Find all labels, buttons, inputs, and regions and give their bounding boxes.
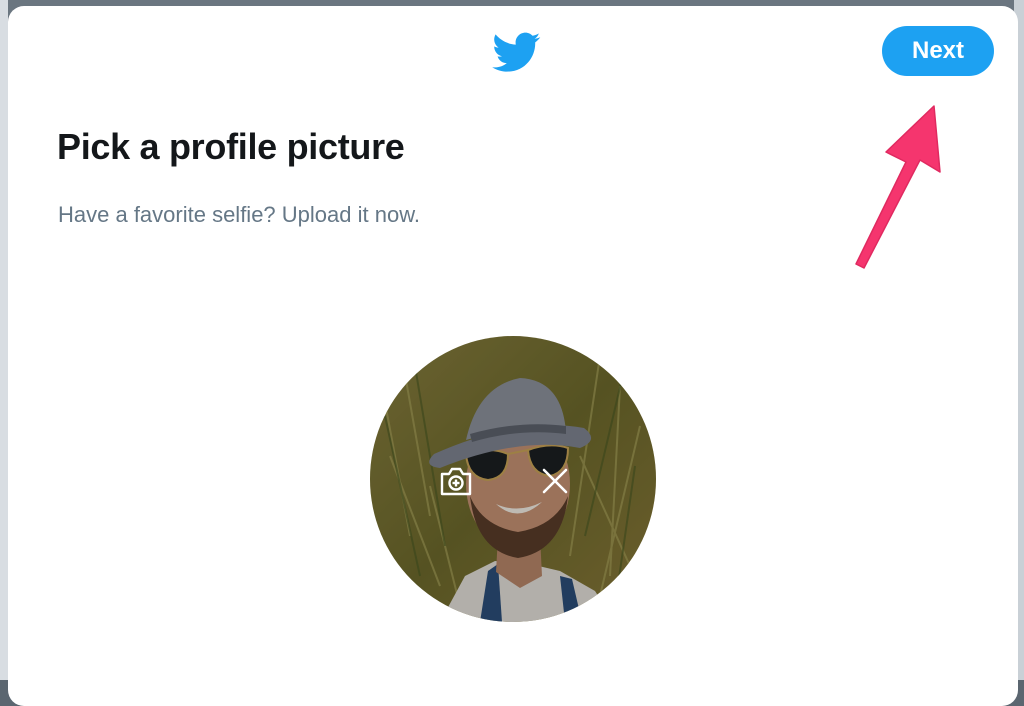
next-button[interactable]: Next <box>882 26 994 76</box>
twitter-bird-icon <box>492 28 542 76</box>
dialog-title: Pick a profile picture <box>57 126 405 167</box>
annotation-arrow-icon <box>848 98 958 270</box>
profile-picture-dialog: Next Pick a profile picture Have a favor… <box>8 6 1018 706</box>
profile-photo-preview <box>370 336 656 622</box>
camera-plus-icon <box>440 467 472 496</box>
dialog-subtitle: Have a favorite selfie? Upload it now. <box>58 202 420 227</box>
upload-photo-button[interactable] <box>436 461 476 501</box>
close-icon <box>542 468 568 494</box>
background-page-edge-left <box>0 0 8 680</box>
remove-photo-button[interactable] <box>535 461 575 501</box>
